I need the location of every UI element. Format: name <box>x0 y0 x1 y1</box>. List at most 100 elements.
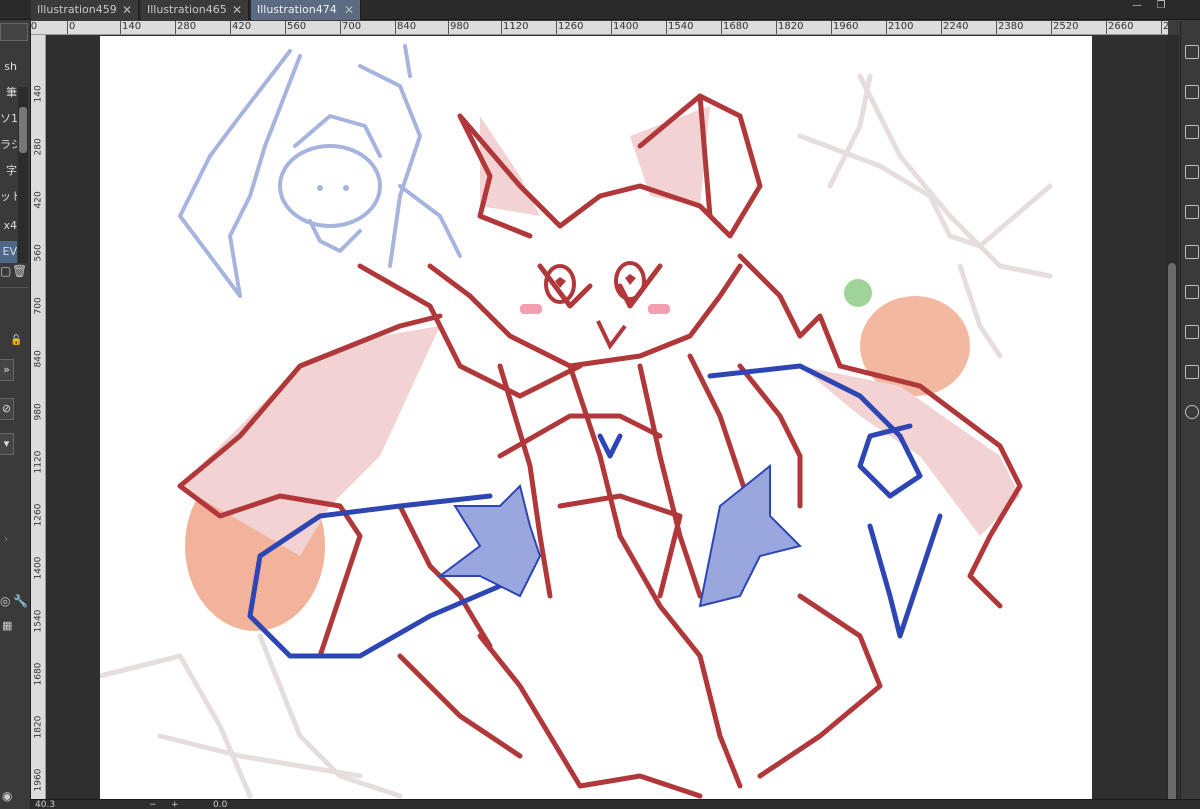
ruler-tick <box>721 21 722 34</box>
panel-icon[interactable] <box>1185 325 1199 339</box>
reset-icon[interactable]: ◎ <box>0 594 10 608</box>
canvas-workspace[interactable] <box>46 35 1168 799</box>
sub-tool-item-selected[interactable]: EV <box>0 241 17 263</box>
zoom-value[interactable]: 40.3 <box>35 800 55 809</box>
panel-icon[interactable] <box>1185 125 1199 139</box>
panel-header-button[interactable] <box>0 23 28 41</box>
ruler-tick <box>941 21 942 34</box>
ruler-label: 2380 <box>998 21 1024 32</box>
panel-icon[interactable] <box>1185 285 1199 299</box>
zoom-out-button[interactable]: − <box>149 800 157 809</box>
tab-illustration459[interactable]: Illustration459 ✕ <box>31 0 139 20</box>
scrollbar-thumb[interactable] <box>19 107 27 153</box>
ruler-label: 140 <box>122 21 142 32</box>
ruler-label: 1820 <box>778 21 804 32</box>
ruler-tick <box>1051 21 1052 34</box>
close-tab-icon[interactable]: ✕ <box>344 0 354 20</box>
ruler-tick <box>230 21 231 34</box>
ruler-tick <box>120 21 121 34</box>
expand-button[interactable]: » <box>0 359 14 381</box>
sub-tool-item[interactable]: 字 <box>0 160 17 182</box>
vertical-ruler: 140 280 420 560 700 840 980 1120 1260 1400 1540 168… <box>31 35 46 799</box>
sub-tool-item[interactable]: sh <box>0 56 17 78</box>
ruler-label: 1260 <box>33 503 44 527</box>
panel-icon[interactable] <box>1185 365 1199 379</box>
ruler-label: 980 <box>33 403 44 421</box>
drawing-canvas[interactable] <box>100 36 1092 799</box>
film-icon[interactable]: ▦ <box>2 619 12 632</box>
dropdown-button[interactable]: ▾ <box>0 433 14 455</box>
panel-icon[interactable] <box>1185 165 1199 179</box>
wrench-icon[interactable]: 🔧 <box>13 594 28 608</box>
canvas-vertical-scrollbar[interactable] <box>1165 35 1179 803</box>
ruler-label: 700 <box>342 21 362 32</box>
sub-tool-item[interactable]: ット <box>0 186 17 208</box>
ruler-label: 700 <box>33 297 44 315</box>
ruler-label: 2520 <box>1053 21 1079 32</box>
restore-icon[interactable]: ❐ <box>1152 0 1170 12</box>
document-tab-bar: Illustration459 ✕ Illustration465 ✕ Illu… <box>0 0 1200 20</box>
sub-tool-panel: sh 筆 ソ1 ラシ 字 ット x4 EV ▢ 🗑 🔓 » ⊘ ▾ › ◎ 🔧 … <box>0 21 31 809</box>
ruler-label: 280 <box>177 21 197 32</box>
ruler-tick <box>175 21 176 34</box>
ruler-label: 140 <box>33 85 44 103</box>
ruler-tick <box>1161 21 1162 34</box>
close-tab-icon[interactable]: ✕ <box>232 0 242 20</box>
panel-icon[interactable] <box>1185 85 1199 99</box>
tab-label: Illustration459 <box>37 3 117 16</box>
tab-illustration474[interactable]: Illustration474 ✕ <box>251 0 361 20</box>
ruler-label: 980 <box>450 21 470 32</box>
sub-tool-item[interactable]: ソ1 <box>0 108 17 130</box>
ruler-tick <box>1106 21 1107 34</box>
ruler-label: 420 <box>33 191 44 209</box>
ruler-label: 1820 <box>33 715 44 739</box>
ruler-label: 2800 <box>1163 21 1168 33</box>
close-tab-icon[interactable]: ✕ <box>122 0 132 20</box>
tab-illustration465[interactable]: Illustration465 ✕ <box>141 0 249 20</box>
ruler-tick <box>886 21 887 34</box>
ruler-label: 560 <box>33 244 44 262</box>
ruler-label: 0 <box>69 21 76 32</box>
ruler-label: 1960 <box>833 21 859 32</box>
right-icon-bar <box>1180 21 1200 809</box>
sub-tool-item[interactable]: ラシ <box>0 134 17 156</box>
minimize-icon[interactable]: — <box>1128 0 1146 12</box>
layer-option-button[interactable]: ⊘ <box>0 398 14 420</box>
ruler-label: 1960 <box>33 768 44 792</box>
ruler-label: 1120 <box>503 21 529 32</box>
rotation-value[interactable]: 0.0 <box>213 800 227 809</box>
panel-icon[interactable] <box>1185 45 1199 59</box>
tab-label: Illustration474 <box>257 3 337 16</box>
sub-tool-scrollbar[interactable] <box>18 87 28 263</box>
chevron-right-icon[interactable]: › <box>4 534 8 545</box>
ruler-tick <box>340 21 341 34</box>
sub-tool-item[interactable]: 筆 <box>0 82 17 104</box>
new-layer-icon[interactable]: ▢ <box>0 264 11 278</box>
ruler-tick <box>285 21 286 34</box>
lock-icon[interactable]: 🔓 <box>10 335 22 346</box>
ruler-label: 1400 <box>33 556 44 580</box>
ruler-tick <box>611 21 612 34</box>
sketch-artwork <box>100 44 1053 799</box>
ruler-label: 140 <box>31 21 38 32</box>
panel-icon[interactable] <box>1185 245 1199 259</box>
ruler-label: 560 <box>287 21 307 32</box>
ruler-tick <box>831 21 832 34</box>
ruler-label: 1120 <box>33 450 44 474</box>
ruler-label: 840 <box>397 21 417 32</box>
trash-icon[interactable]: 🗑 <box>12 264 27 278</box>
sub-tool-item[interactable]: x4 <box>0 215 17 237</box>
scrollbar-thumb[interactable] <box>1168 263 1176 803</box>
ruler-label: 2240 <box>943 21 969 32</box>
ruler-tick <box>776 21 777 34</box>
ruler-tick <box>996 21 997 34</box>
ruler-label: 840 <box>33 350 44 368</box>
ruler-tick <box>666 21 667 34</box>
ruler-label: 420 <box>232 21 252 32</box>
panel-icon[interactable] <box>1185 205 1199 219</box>
info-icon[interactable] <box>1185 405 1199 419</box>
zoom-in-button[interactable]: + <box>171 800 179 809</box>
ruler-tick <box>448 21 449 34</box>
navigator-icon[interactable]: ◉ <box>2 789 12 803</box>
ruler-label: 1540 <box>668 21 694 32</box>
